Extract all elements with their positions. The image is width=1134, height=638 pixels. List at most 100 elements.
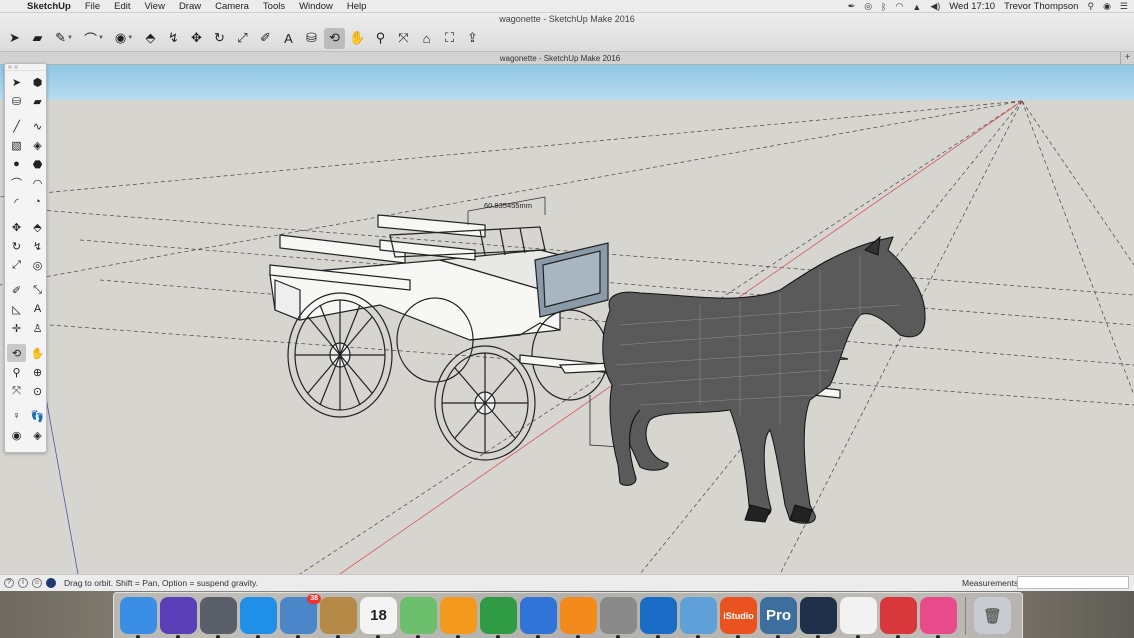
rotate-icon[interactable]: ↻ xyxy=(7,237,26,255)
wacom-icon[interactable]: ✒ xyxy=(848,1,856,12)
spotlight-icon[interactable]: ⚲ xyxy=(1087,1,1094,12)
add-tab-button[interactable]: + xyxy=(1120,52,1134,65)
offset-icon[interactable]: ◎ xyxy=(28,256,47,274)
scale-tool-button[interactable]: ⤢ xyxy=(232,28,253,49)
user-name[interactable]: Trevor Thompson xyxy=(1004,1,1078,12)
pencil-line-tool-button[interactable]: ✎ ▼ xyxy=(50,28,78,49)
menu-tools[interactable]: Tools xyxy=(256,1,292,12)
position-camera-icon[interactable]: ♀ xyxy=(7,407,26,425)
text-tool-button[interactable]: A xyxy=(278,28,299,49)
polygon-icon[interactable]: ⬣ xyxy=(28,155,47,173)
select-arrow-tool-button[interactable]: ➤ xyxy=(4,28,25,49)
bluetooth-icon[interactable]: ᛒ xyxy=(881,2,886,12)
freehand-icon[interactable]: ∿ xyxy=(28,117,47,135)
dock-launchpad-icon[interactable] xyxy=(200,597,237,638)
section-plane-icon[interactable]: ◈ xyxy=(28,426,47,444)
scene-canvas[interactable] xyxy=(0,65,1134,574)
previous-view-icon[interactable]: ⊙ xyxy=(28,382,47,400)
select-icon[interactable]: ➤ xyxy=(7,73,26,91)
share-model-tool-button[interactable]: ⇪ xyxy=(462,28,483,49)
menu-camera[interactable]: Camera xyxy=(208,1,256,12)
dock-photos-icon[interactable] xyxy=(840,597,877,638)
menu-edit[interactable]: Edit xyxy=(107,1,137,12)
menu-window[interactable]: Window xyxy=(292,1,340,12)
dock-pages-icon[interactable] xyxy=(440,597,477,638)
pie-icon[interactable]: ◔ xyxy=(28,193,47,211)
arc-tool-button[interactable]: ⌒ ▼ xyxy=(80,28,108,49)
orbit-tool-button[interactable]: ⟲ xyxy=(324,27,345,49)
geolocation-icon[interactable]: ? xyxy=(4,578,14,588)
eraser-icon[interactable]: ▰ xyxy=(28,92,47,110)
dock-siri-icon[interactable] xyxy=(160,597,197,638)
palette-titlebar[interactable] xyxy=(5,64,46,71)
menu-view[interactable]: View xyxy=(138,1,172,12)
dock-trash-icon[interactable]: 🗑 xyxy=(974,597,1011,634)
notification-center-icon[interactable]: ☰ xyxy=(1120,1,1128,12)
menu-app[interactable]: SketchUp xyxy=(20,1,78,12)
scale-icon[interactable]: ⤢ xyxy=(7,256,26,274)
zoom-window-icon[interactable]: ⊕ xyxy=(28,363,47,381)
make-component-icon[interactable]: ⬢ xyxy=(28,73,47,91)
dock-mail-icon[interactable]: 38 xyxy=(280,594,321,638)
follow-me-tool-button[interactable]: ↯ xyxy=(163,28,184,49)
arc-icon[interactable]: ⌒ xyxy=(7,174,26,192)
paint-bucket-tool-button[interactable]: ⛁ xyxy=(301,28,322,49)
extension-warehouse-tool-button[interactable]: ⛶ xyxy=(439,28,460,49)
dock-google-earth-pro-icon[interactable]: Pro xyxy=(760,597,797,638)
dock-system-preferences-icon[interactable] xyxy=(600,597,637,638)
measurements-input[interactable] xyxy=(1017,576,1129,589)
dock-safari-icon[interactable] xyxy=(240,597,277,638)
dock-ibooks-icon[interactable] xyxy=(560,597,597,638)
dock-istudio-icon[interactable]: iStudio xyxy=(720,597,757,638)
tape-measure-icon[interactable]: ✐ xyxy=(7,281,26,299)
clock[interactable]: Wed 17:10 xyxy=(949,1,995,12)
zoom-icon[interactable]: ⚲ xyxy=(7,363,26,381)
zoom-extents-icon[interactable]: ⤧ xyxy=(7,382,26,400)
dock-numbers-icon[interactable] xyxy=(480,597,517,638)
dock-sketchup-icon[interactable] xyxy=(880,597,917,638)
protractor-icon[interactable]: ◺ xyxy=(7,300,26,318)
circle-shape-tool-button[interactable]: ◉ ▼ xyxy=(110,28,138,49)
dock-teamviewer-icon[interactable] xyxy=(640,597,677,638)
tape-measure-tool-button[interactable]: ✐ xyxy=(255,28,276,49)
pan-tool-button[interactable]: ✋ xyxy=(347,28,368,49)
look-around-icon[interactable]: ◉ xyxy=(7,426,26,444)
dock-finder-icon[interactable] xyxy=(120,597,157,638)
orbit-icon[interactable]: ⟲ xyxy=(7,344,26,362)
push-pull-tool-button[interactable]: ⬘ xyxy=(140,28,161,49)
move-icon[interactable]: ✥ xyxy=(7,218,26,236)
volume-icon[interactable]: ◀) xyxy=(930,1,940,12)
siri-icon[interactable]: ◉ xyxy=(1103,1,1111,12)
walk-icon[interactable]: 👣 xyxy=(28,407,47,425)
3d-text-icon[interactable]: ♙ xyxy=(28,319,47,337)
warehouse-tool-button[interactable]: ⌂ xyxy=(416,28,437,49)
axes-icon[interactable]: ✛ xyxy=(7,319,26,337)
document-tab[interactable]: wagonette - SketchUp Make 2016 xyxy=(0,54,1120,63)
push-pull-icon[interactable]: ⬘ xyxy=(28,218,47,236)
chevron-down-icon[interactable]: ▼ xyxy=(67,35,73,41)
chevron-down-icon[interactable]: ▼ xyxy=(98,35,104,41)
dock-notes-icon[interactable] xyxy=(320,597,357,638)
pan-icon[interactable]: ✋ xyxy=(28,344,47,362)
chevron-down-icon[interactable]: ▼ xyxy=(127,35,133,41)
dock-preview-icon[interactable] xyxy=(680,597,717,638)
dock-maps-icon[interactable] xyxy=(400,597,437,638)
zoom-tool-button[interactable]: ⚲ xyxy=(370,28,391,49)
dock-itunes-icon[interactable] xyxy=(920,597,957,638)
user-account-icon[interactable]: ☺ xyxy=(32,578,42,588)
status-icon[interactable]: ◎ xyxy=(864,1,872,12)
rotate-tool-button[interactable]: ↻ xyxy=(209,28,230,49)
model-viewport[interactable]: 60.835455mm xyxy=(0,65,1134,574)
follow-me-icon[interactable]: ↯ xyxy=(28,237,47,255)
dock-keynote-icon[interactable] xyxy=(520,597,557,638)
menu-draw[interactable]: Draw xyxy=(172,1,208,12)
text-icon[interactable]: A xyxy=(28,300,47,318)
dimension-icon[interactable]: ⤡ xyxy=(28,281,47,299)
move-tool-button[interactable]: ✥ xyxy=(186,28,207,49)
dock-calendar-icon[interactable]: 18 xyxy=(360,597,397,638)
eraser-tool-button[interactable]: ▰ xyxy=(27,28,48,49)
menu-file[interactable]: File xyxy=(78,1,107,12)
rectangle-icon[interactable]: ▧ xyxy=(7,136,26,154)
credits-icon[interactable]: i xyxy=(18,578,28,588)
rotated-rectangle-icon[interactable]: ◈ xyxy=(28,136,47,154)
